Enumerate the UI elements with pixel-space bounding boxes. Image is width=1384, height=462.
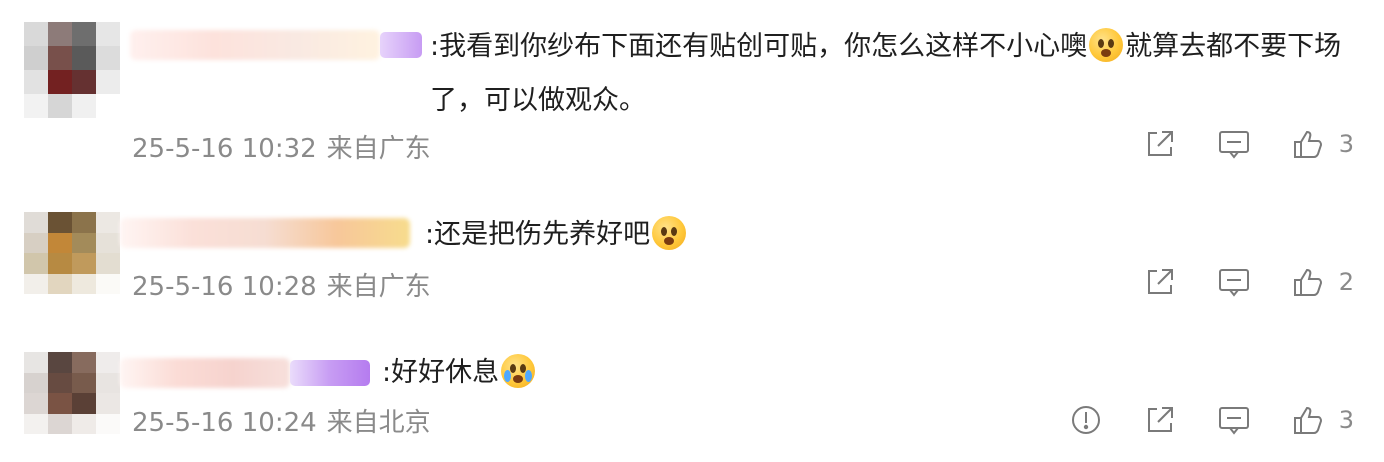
report-button[interactable] <box>1069 403 1103 437</box>
like-button[interactable]: 2 <box>1291 265 1354 299</box>
share-button[interactable] <box>1143 403 1177 437</box>
comment-actions: 3 <box>1029 402 1354 438</box>
comment-text: :我看到你纱布下面还有贴创可贴，你怎么这样不小心噢 就算去都不要下场了，可以做观众… <box>430 20 1344 128</box>
comment-icon <box>1218 269 1249 297</box>
share-button[interactable] <box>1143 127 1177 161</box>
username-blurred[interactable] <box>120 218 410 248</box>
pleading-face-icon <box>1089 28 1124 62</box>
comment-icon <box>1218 131 1249 159</box>
share-icon <box>1147 131 1173 156</box>
comment-actions: 2 <box>1103 264 1354 300</box>
like-count: 3 <box>1338 406 1354 434</box>
comment-meta: 25-5-16 10:28 来自广东 <box>132 266 431 303</box>
like-count: 2 <box>1338 268 1354 296</box>
comment-text: :好好休息 <box>382 346 1344 400</box>
like-button[interactable]: 3 <box>1291 403 1354 437</box>
comment-actions: 3 <box>1103 126 1354 162</box>
reply-button[interactable] <box>1217 265 1251 299</box>
avatar[interactable] <box>24 212 120 294</box>
like-count: 3 <box>1338 130 1354 158</box>
share-icon <box>1147 269 1173 294</box>
comment-date: 25-5-16 10:28 <box>132 272 317 302</box>
share-icon <box>1147 407 1173 432</box>
comment-item: :我看到你纱布下面还有贴创可贴，你怎么这样不小心噢 就算去都不要下场了，可以做观众… <box>0 0 1384 180</box>
comment-text: :还是把伤先养好吧 <box>425 208 1344 262</box>
crying-face-icon <box>501 354 536 388</box>
comment-meta: 25-5-16 10:24 来自北京 <box>132 402 431 439</box>
thumbs-up-icon <box>1293 268 1322 296</box>
comment-location: 来自广东 <box>326 134 431 164</box>
reply-button[interactable] <box>1217 403 1251 437</box>
username-blurred[interactable] <box>120 358 290 388</box>
pleading-face-icon <box>652 216 687 250</box>
comment-item: :还是把伤先养好吧 25-5-16 10:28 来自广东 2 <box>0 190 1384 320</box>
share-button[interactable] <box>1143 265 1177 299</box>
comment-date: 25-5-16 10:24 <box>132 408 317 438</box>
comment-item: :好好休息 25-5-16 10:24 来自北京 3 <box>0 330 1384 462</box>
user-badge <box>290 360 370 386</box>
comment-icon <box>1218 407 1249 435</box>
user-badge <box>380 32 422 58</box>
comment-location: 来自北京 <box>326 408 431 438</box>
alert-circle-icon <box>1071 406 1100 434</box>
like-button[interactable]: 3 <box>1291 127 1354 161</box>
thumbs-up-icon <box>1293 130 1322 158</box>
comment-date: 25-5-16 10:32 <box>132 134 317 164</box>
avatar[interactable] <box>24 22 120 118</box>
comment-location: 来自广东 <box>326 272 431 302</box>
username-blurred[interactable] <box>130 30 380 60</box>
thumbs-up-icon <box>1293 406 1322 434</box>
comment-meta: 25-5-16 10:32 来自广东 <box>132 128 431 165</box>
reply-button[interactable] <box>1217 127 1251 161</box>
avatar[interactable] <box>24 352 120 434</box>
